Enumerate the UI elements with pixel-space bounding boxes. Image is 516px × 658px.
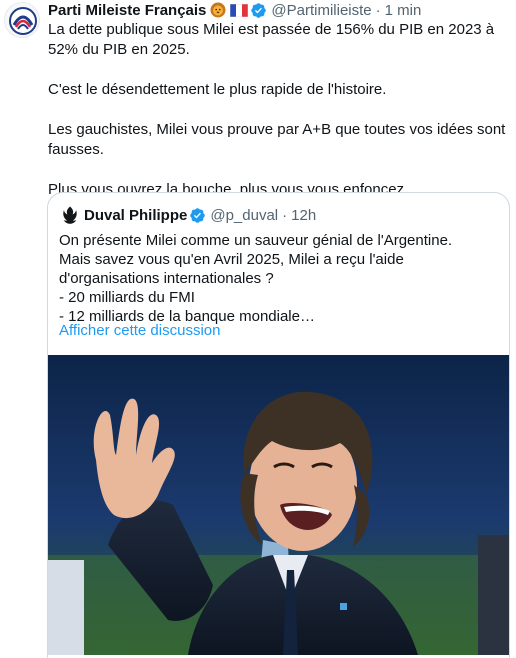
quoted-line: On présente Milei comme un sauveur génia… xyxy=(59,232,453,249)
party-logo-icon xyxy=(5,3,39,37)
tweet[interactable]: Parti Mileiste Français @Partimilieiste … xyxy=(0,0,516,658)
separator-dot: · xyxy=(375,1,381,19)
photo-of-man-waving xyxy=(48,355,509,655)
quoted-line: - 20 milliards du FMI xyxy=(59,289,195,306)
quoted-tweet[interactable]: Duval Philippe @p_duval · 12h On présent… xyxy=(47,192,510,658)
lion-emoji xyxy=(210,2,226,18)
author-avatar[interactable] xyxy=(4,2,40,38)
quoted-tweet-text: On présente Milei comme un sauveur génia… xyxy=(59,231,499,326)
france-flag-emoji xyxy=(230,3,249,17)
quoted-timestamp[interactable]: 12h xyxy=(291,207,316,224)
timestamp[interactable]: 1 min xyxy=(385,2,422,19)
quoted-author-handle[interactable]: @p_duval xyxy=(210,207,278,224)
separator-dot: · xyxy=(282,206,288,224)
tweet-text: La dette publique sous Milei est passée … xyxy=(48,20,508,200)
quoted-line: Mais savez vous qu'en Avril 2025, Milei … xyxy=(59,251,404,287)
tweet-paragraph: Les gauchistes, Milei vous prouve par A+… xyxy=(48,121,506,158)
quoted-tweet-header: Duval Philippe @p_duval · 12h xyxy=(60,205,316,225)
tweet-paragraph: La dette publique sous Milei est passée … xyxy=(48,21,495,58)
verified-badge-icon[interactable] xyxy=(189,207,206,224)
author-handle[interactable]: @Partimilieiste xyxy=(271,2,371,19)
author-name[interactable]: Parti Mileiste Français xyxy=(48,2,206,19)
quoted-tweet-image[interactable] xyxy=(48,355,509,655)
quoted-author-name[interactable]: Duval Philippe xyxy=(84,207,187,224)
verified-badge-icon[interactable] xyxy=(250,2,267,19)
rebel-alliance-icon[interactable] xyxy=(60,205,80,225)
show-thread-link[interactable]: Afficher cette discussion xyxy=(59,322,220,339)
tweet-header: Parti Mileiste Français @Partimilieiste … xyxy=(48,0,421,20)
tweet-paragraph: C'est le désendettement le plus rapide d… xyxy=(48,81,387,98)
